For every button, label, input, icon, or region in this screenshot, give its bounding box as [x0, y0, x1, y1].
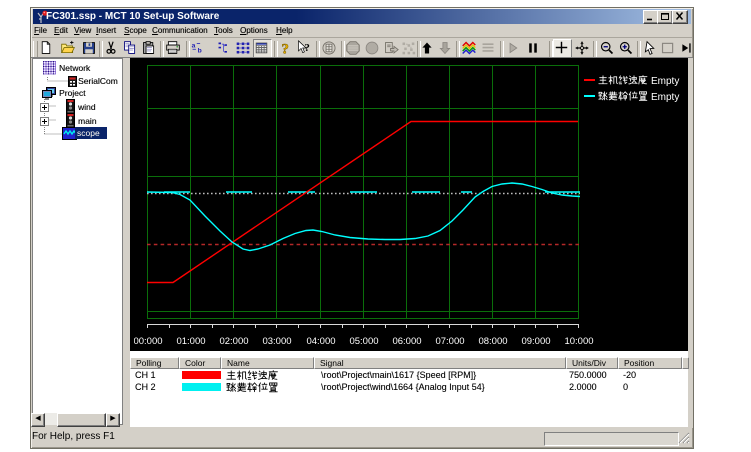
svg-text:03:000: 03:000 [262, 336, 291, 347]
svg-text:05:000: 05:000 [349, 336, 378, 347]
svg-text:04:000: 04:000 [306, 336, 335, 347]
svg-text:Empty: Empty [651, 92, 679, 103]
svg-text:01:000: 01:000 [176, 336, 205, 347]
svg-text:?: ? [281, 40, 289, 56]
svg-text:a: a [192, 43, 196, 50]
svg-text:?: ? [304, 42, 309, 54]
svg-text:07:000: 07:000 [435, 336, 464, 347]
svg-text:08:000: 08:000 [478, 336, 507, 347]
svg-text:Empty: Empty [651, 76, 679, 87]
svg-text:02:000: 02:000 [219, 336, 248, 347]
svg-text:10:000: 10:000 [564, 336, 593, 347]
svg-text:00:000: 00:000 [134, 336, 163, 347]
svg-text:b: b [198, 48, 202, 55]
svg-text:06:000: 06:000 [392, 336, 421, 347]
svg-text:09:000: 09:000 [521, 336, 550, 347]
